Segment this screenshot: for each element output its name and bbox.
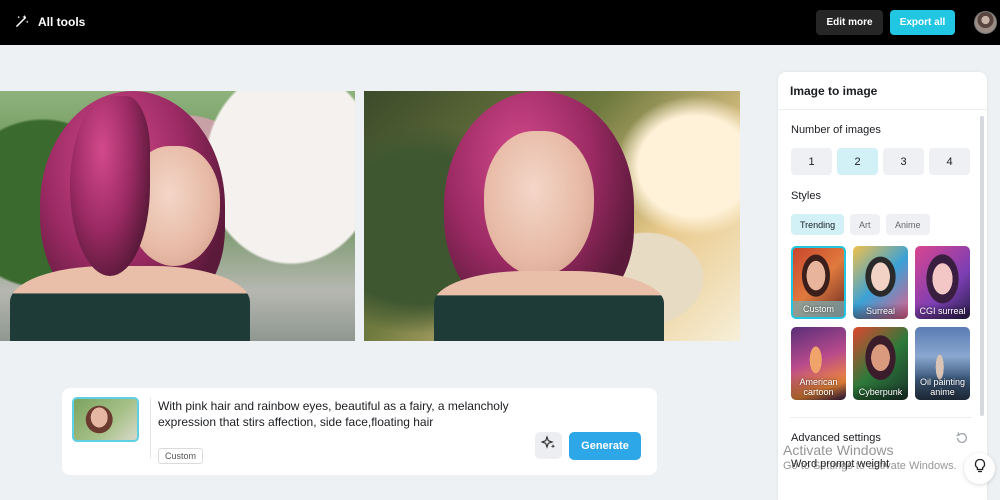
style-card-custom[interactable]: Custom <box>791 246 846 319</box>
magic-wand-icon <box>15 13 30 31</box>
style-label: Surreal <box>853 303 908 319</box>
tab-anime[interactable]: Anime <box>886 214 930 235</box>
number-option-1[interactable]: 1 <box>791 148 832 175</box>
style-card-surreal[interactable]: Surreal <box>853 246 908 319</box>
styles-label: Styles <box>791 190 821 202</box>
panel-scrollbar[interactable] <box>980 116 984 416</box>
divider <box>778 109 987 110</box>
tab-art[interactable]: Art <box>850 214 880 235</box>
style-label: CGI surreal <box>915 303 970 319</box>
top-bar: All tools Edit more Export all <box>0 0 1000 45</box>
help-button[interactable] <box>964 453 995 484</box>
sparkle-icon <box>539 435 557 456</box>
image-to-image-panel: Image to image Number of images 1 2 3 4 … <box>778 72 987 500</box>
result-image-1[interactable] <box>0 91 355 341</box>
style-label: Cyberpunk <box>853 384 908 400</box>
style-card-american-cartoon[interactable]: American cartoon <box>791 327 846 400</box>
tab-trending[interactable]: Trending <box>791 214 845 235</box>
activate-windows-watermark: Activate Windows <box>783 442 894 458</box>
number-option-3[interactable]: 3 <box>883 148 924 175</box>
generate-button[interactable]: Generate <box>569 432 641 460</box>
number-of-images-label: Number of images <box>791 124 881 136</box>
avatar[interactable] <box>974 11 997 34</box>
style-card-cyberpunk[interactable]: Cyberpunk <box>853 327 908 400</box>
enhance-prompt-button[interactable] <box>535 432 562 459</box>
all-tools-button[interactable]: All tools <box>15 12 85 32</box>
export-all-button[interactable]: Export all <box>890 10 955 35</box>
edit-more-button[interactable]: Edit more <box>816 10 883 35</box>
style-label: American cartoon <box>791 374 846 400</box>
divider <box>150 398 151 458</box>
prompt-card: With pink hair and rainbow eyes, beautif… <box>62 388 657 475</box>
style-label: Custom <box>793 301 844 317</box>
all-tools-label: All tools <box>38 15 86 29</box>
style-label: Oil painting anime <box>915 374 970 400</box>
prompt-input[interactable]: With pink hair and rainbow eyes, beautif… <box>158 398 528 430</box>
style-card-oil-painting-anime[interactable]: Oil painting anime <box>915 327 970 400</box>
style-card-cgi-surreal[interactable]: CGI surreal <box>915 246 970 319</box>
lightbulb-icon <box>972 458 988 479</box>
reset-icon[interactable] <box>955 431 969 445</box>
number-option-4[interactable]: 4 <box>929 148 970 175</box>
panel-title: Image to image <box>790 84 878 98</box>
result-image-2[interactable] <box>364 91 740 341</box>
activate-windows-subtext: Go to Settings to activate Windows. <box>783 460 957 472</box>
number-option-2[interactable]: 2 <box>837 148 878 175</box>
divider <box>790 417 972 418</box>
source-image-thumbnail[interactable] <box>72 397 139 442</box>
style-tag: Custom <box>158 448 204 464</box>
